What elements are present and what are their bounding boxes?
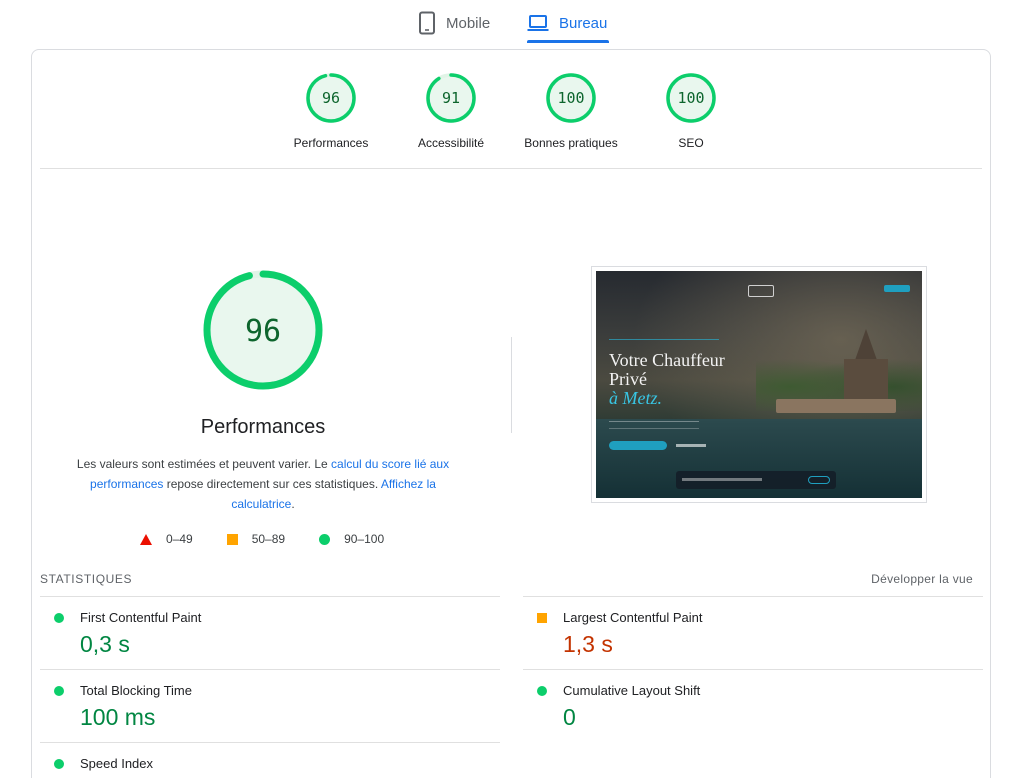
vertical-divider — [511, 337, 512, 433]
metric-value: 0,3 s — [80, 631, 130, 657]
report-card: 96 Performances 91 Accessibilité 100 Bon… — [31, 49, 991, 778]
gauge-accessibility[interactable]: 91 Accessibilité — [396, 72, 506, 150]
gauge-ring: 100 — [666, 73, 716, 123]
pass-circle-icon — [54, 613, 64, 623]
legend-range: 90–100 — [344, 532, 385, 546]
metric-name: Speed Index — [80, 756, 154, 771]
tab-mobile[interactable]: Mobile — [418, 4, 490, 42]
gauge-label: Performances — [293, 136, 369, 150]
gauge-label: Accessibilité — [417, 136, 485, 150]
gauge-label: Bonnes pratiques — [524, 136, 618, 150]
metric-value: 0 — [563, 704, 576, 730]
legend-fail: 0–49 — [140, 532, 193, 546]
average-square-icon — [537, 613, 547, 623]
legend-range: 0–49 — [166, 532, 193, 546]
headline-line: à Metz. — [609, 388, 662, 408]
gauge-ring: 91 — [426, 73, 476, 123]
metric-name: Largest Contentful Paint — [563, 610, 703, 625]
tab-desktop[interactable]: Bureau — [527, 4, 610, 43]
screenshot-cathedral — [838, 329, 894, 411]
legend-pass: 90–100 — [319, 532, 384, 546]
screenshot-cookie-banner — [676, 471, 836, 489]
desc-text: repose directement sur ces statistiques. — [163, 477, 381, 491]
device-tabs: Mobile Bureau — [0, 0, 1029, 44]
metric-fcp: First Contentful Paint 0,3 s — [40, 596, 500, 669]
metric-tbt: Total Blocking Time 100 ms — [40, 669, 500, 742]
screenshot-subtext — [609, 421, 699, 429]
divider — [40, 168, 982, 169]
pass-circle-icon — [54, 686, 64, 696]
screenshot-bridge — [776, 399, 896, 413]
laptop-icon — [527, 14, 549, 32]
headline-line: Privé — [609, 369, 647, 389]
tab-desktop-label: Bureau — [559, 14, 608, 32]
screenshot-headline: Votre Chauffeur Privé à Metz. — [609, 351, 725, 408]
circle-icon — [319, 533, 331, 545]
gauge-ring: 96 — [306, 73, 356, 123]
screenshot-nav — [608, 285, 910, 297]
square-icon — [226, 533, 238, 545]
desc-text: Les valeurs sont estimées et peuvent var… — [76, 457, 332, 471]
performance-gauge-ring: 96 — [203, 270, 323, 390]
legend-average: 50–89 — [226, 532, 286, 546]
gauge-ring: 100 — [546, 73, 596, 123]
performance-gauge: 96 — [202, 269, 324, 396]
pass-circle-icon — [537, 686, 547, 696]
gauge-best-practices[interactable]: 100 Bonnes pratiques — [516, 72, 626, 150]
screenshot-button — [609, 441, 667, 450]
tab-mobile-label: Mobile — [446, 14, 491, 32]
gauge-seo[interactable]: 100 SEO — [636, 72, 746, 150]
final-screenshot[interactable]: Votre Chauffeur Privé à Metz. — [591, 266, 927, 503]
legend-range: 50–89 — [251, 532, 286, 546]
phone-icon — [418, 11, 436, 35]
metric-name: First Contentful Paint — [80, 610, 202, 625]
metric-name: Total Blocking Time — [80, 683, 192, 698]
metric-lcp: Largest Contentful Paint 1,3 s — [523, 596, 983, 669]
gauge-performance[interactable]: 96 Performances — [276, 72, 386, 150]
performance-description: Les valeurs sont estimées et peuvent var… — [72, 454, 454, 514]
gauge-score: 96 — [322, 89, 340, 107]
screenshot-secondary-link — [676, 444, 706, 447]
screenshot-logo — [748, 285, 774, 297]
metric-name: Cumulative Layout Shift — [563, 683, 701, 698]
stats-heading: STATISTIQUES — [40, 572, 133, 586]
gauge-score: 100 — [677, 89, 704, 107]
screenshot-tagline — [609, 339, 719, 340]
expand-view-button[interactable]: Développer la vue — [871, 572, 973, 586]
metric-value: 100 ms — [80, 704, 156, 730]
triangle-icon — [140, 533, 152, 545]
gauge-label: SEO — [678, 136, 704, 150]
metric-speed-index: Speed Index — [40, 742, 500, 778]
category-gauges: 96 Performances 91 Accessibilité 100 Bon… — [32, 72, 990, 152]
performance-score: 96 — [245, 314, 281, 349]
performance-title: Performances — [200, 416, 326, 438]
screenshot-cta — [884, 285, 910, 292]
desc-text: . — [291, 497, 295, 511]
gauge-score: 100 — [557, 89, 584, 107]
pass-circle-icon — [54, 759, 64, 769]
score-legend: 0–49 50–89 90–100 — [140, 532, 418, 546]
headline-line: Votre Chauffeur — [609, 350, 725, 370]
metric-value: 1,3 s — [563, 631, 613, 657]
gauge-score: 91 — [442, 89, 460, 107]
screenshot-image: Votre Chauffeur Privé à Metz. — [596, 271, 922, 498]
metric-cls: Cumulative Layout Shift 0 — [523, 669, 983, 742]
